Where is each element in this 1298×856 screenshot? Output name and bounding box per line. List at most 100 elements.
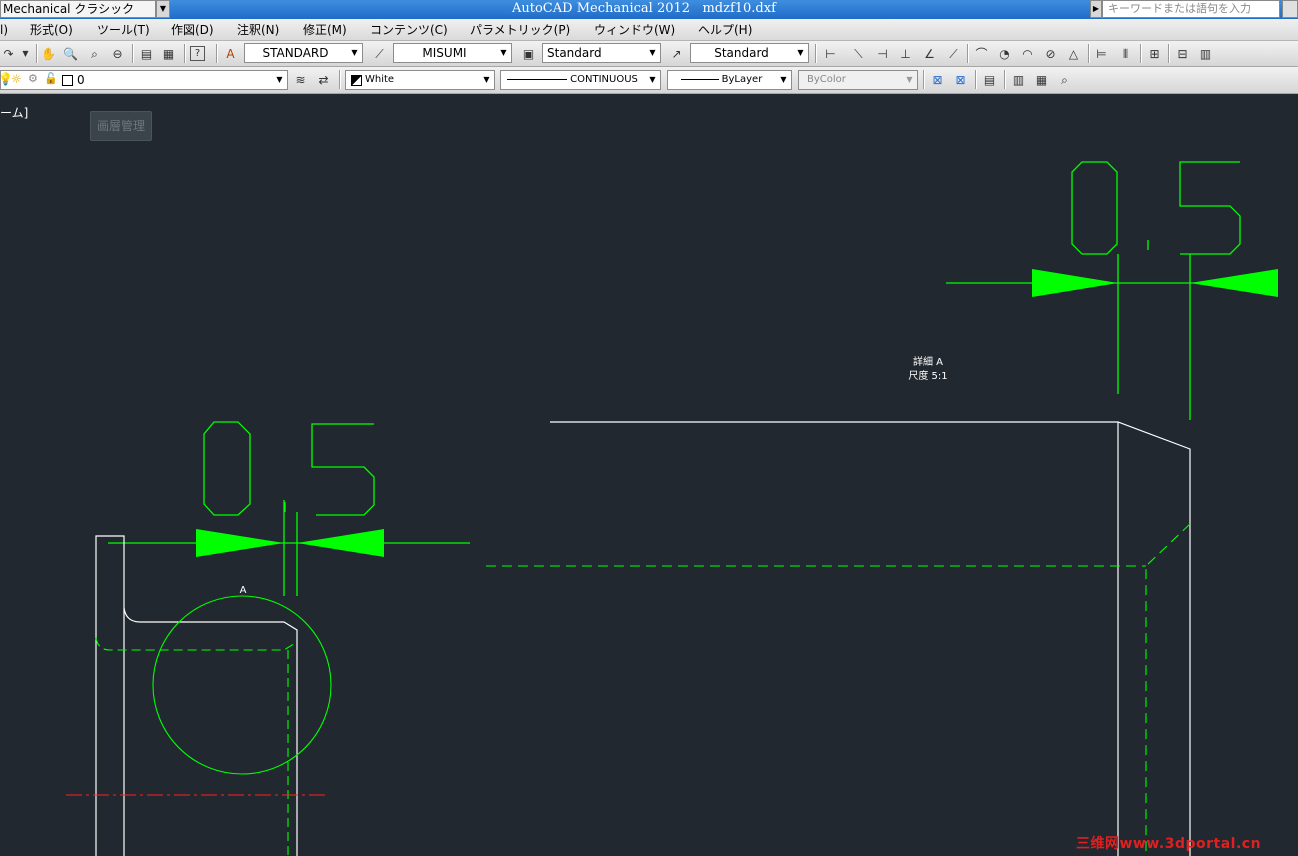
separator <box>1140 44 1141 63</box>
digit-zero-glyph <box>203 421 251 516</box>
chevron-down-icon[interactable]: ▼ <box>776 71 791 89</box>
menu-tools[interactable]: ツール(T) <box>97 22 150 38</box>
dim-edit-icon[interactable]: ▥ <box>1197 45 1214 62</box>
detail-outline-edge <box>550 421 1191 856</box>
dim-continue-icon[interactable]: ⫴ <box>1117 45 1134 62</box>
layer-state-icon[interactable]: ▤ <box>981 71 998 88</box>
redo-icon[interactable]: ↷ <box>0 45 17 62</box>
menu-view[interactable]: l) <box>0 22 8 38</box>
dim-ordinate-icon[interactable]: ⟋ <box>945 45 962 62</box>
table-style-icon[interactable]: ▣ <box>520 45 537 62</box>
drawing-area[interactable]: ーム] 画層管理 詳細 A 尺度 5:1 A 三维网www.3dportal.c… <box>0 94 1298 856</box>
calculator-icon[interactable]: ▦ <box>160 45 177 62</box>
separator <box>132 44 133 63</box>
menu-bar: l) 形式(O) ツール(T) 作図(D) 注釈(N) 修正(M) コンテンツ(… <box>0 19 1298 41</box>
lineweight-sample <box>680 78 719 80</box>
dim-arc-icon[interactable]: ⌒ <box>973 45 990 62</box>
dim-diameter-icon[interactable]: ⊘ <box>1042 45 1059 62</box>
zoom-realtime-icon[interactable]: 🔍 <box>62 45 79 62</box>
dim-radius-icon[interactable]: ◔ <box>996 45 1013 62</box>
chevron-down-icon[interactable]: ▼ <box>902 71 917 89</box>
plotstyle-select[interactable]: ByColor ▼ <box>798 70 918 90</box>
properties-icon[interactable]: ▤ <box>138 45 155 62</box>
zoom-previous-icon[interactable]: ⊖ <box>109 45 126 62</box>
dim-horizontal-icon[interactable]: ⊣ <box>874 45 891 62</box>
chevron-down-icon[interactable]: ▼ <box>496 44 511 62</box>
digit-five-glyph <box>1179 161 1241 255</box>
menu-draw[interactable]: 作図(D) <box>171 22 214 38</box>
sun-icon: ☼ <box>11 72 22 86</box>
dim-angle-icon[interactable]: △ <box>1065 45 1082 62</box>
dim-vertical-icon[interactable]: ⊥ <box>897 45 914 62</box>
redo-dropdown-icon[interactable]: ▼ <box>17 45 34 62</box>
help-icon[interactable]: ? <box>190 46 205 61</box>
layer-match-icon[interactable]: ⌕ <box>1056 71 1073 88</box>
chevron-down-icon[interactable]: ▼ <box>272 71 287 89</box>
isolate-objects-icon[interactable]: ⊠ <box>929 71 946 88</box>
menu-modify[interactable]: 修正(M) <box>303 22 347 38</box>
dim-linear-icon[interactable]: ⊢ <box>822 45 839 62</box>
dimension-top-right <box>946 161 1278 420</box>
window-title: AutoCAD Mechanical 2012 mdzf10.dxf <box>512 0 776 19</box>
text-style-value: STANDARD <box>262 46 329 60</box>
dim-baseline-icon[interactable]: ⊨ <box>1093 45 1110 62</box>
menu-help[interactable]: ヘルプ(H) <box>698 22 752 38</box>
search-expand-icon[interactable]: ▶ <box>1090 0 1102 18</box>
table-style-select[interactable]: Standard ▼ <box>542 43 661 63</box>
layer-previous-icon[interactable]: ⇄ <box>315 71 332 88</box>
separator <box>36 44 37 63</box>
dim-angular-icon[interactable]: ∠ <box>921 45 938 62</box>
layer-tools-icon[interactable]: ▥ <box>1010 71 1027 88</box>
workspace-select[interactable]: Mechanical クラシック <box>0 0 156 18</box>
mleader-style-icon[interactable]: ↗ <box>668 45 685 62</box>
separator <box>1004 70 1005 89</box>
color-swatch <box>351 75 362 86</box>
detail-title: 詳細 A <box>913 355 943 368</box>
menu-window[interactable]: ウィンドウ(W) <box>594 22 675 38</box>
chevron-down-icon[interactable]: ▼ <box>793 44 808 62</box>
layer-select[interactable]: 💡 ☼ ⚙ 🔓 0 ▼ <box>0 70 288 90</box>
part-hidden-lines <box>95 637 298 856</box>
layer-manager-icon[interactable]: ≋ <box>292 71 309 88</box>
dim-jogged-icon[interactable]: ◠ <box>1019 45 1036 62</box>
dim-style-icon[interactable]: ⟋ <box>371 45 388 62</box>
chevron-down-icon[interactable]: ▼ <box>645 44 660 62</box>
linetype-select[interactable]: CONTINUOUS ▼ <box>500 70 661 90</box>
pan-icon[interactable]: ✋ <box>40 45 57 62</box>
menu-content[interactable]: コンテンツ(C) <box>370 22 448 38</box>
mleader-style-select[interactable]: Standard ▼ <box>690 43 809 63</box>
color-select[interactable]: White ▼ <box>345 70 495 90</box>
dim-aligned-icon[interactable]: ⟍ <box>850 45 867 62</box>
chevron-down-icon[interactable]: ▼ <box>347 44 362 62</box>
linetype-value: CONTINUOUS <box>501 71 644 89</box>
table-style-value: Standard <box>547 46 602 60</box>
text-style-icon[interactable]: A <box>222 45 239 62</box>
hidden-line <box>95 637 298 651</box>
app-title: AutoCAD Mechanical 2012 <box>512 1 691 16</box>
search-input[interactable]: キーワードまたは語句を入力 <box>1102 0 1280 18</box>
end-isolation-icon[interactable]: ⊠ <box>952 71 969 88</box>
layer-list-icon[interactable]: ▦ <box>1033 71 1050 88</box>
chevron-down-icon[interactable]: ▼ <box>645 71 660 89</box>
digit-five-glyph <box>311 423 375 516</box>
dim-style-select[interactable]: MISUMI ▼ <box>393 43 512 63</box>
zoom-window-icon[interactable]: ⌕ <box>86 45 103 62</box>
binoculars-icon[interactable] <box>1282 0 1298 18</box>
menu-annotate[interactable]: 注釈(N) <box>237 22 279 38</box>
lineweight-label: ByLayer <box>721 74 763 85</box>
separator <box>1088 44 1089 63</box>
menu-parametric[interactable]: パラメトリック(P) <box>470 22 570 38</box>
menu-format[interactable]: 形式(O) <box>30 22 73 38</box>
workspace-dropdown-icon[interactable]: ▼ <box>156 0 170 18</box>
dim-space-icon[interactable]: ⊞ <box>1146 45 1163 62</box>
cad-canvas[interactable]: 詳細 A 尺度 5:1 A <box>0 94 1298 856</box>
layer-color-swatch <box>62 75 73 86</box>
tolerance-icon[interactable]: ⊟ <box>1174 45 1191 62</box>
text-style-select[interactable]: STANDARD ▼ <box>244 43 363 63</box>
hidden-line <box>1145 523 1191 856</box>
separator <box>184 44 185 63</box>
separator <box>1168 44 1169 63</box>
lineweight-select[interactable]: ByLayer ▼ <box>667 70 792 90</box>
chevron-down-icon[interactable]: ▼ <box>479 71 494 89</box>
dimension-arrowhead <box>1190 269 1278 297</box>
